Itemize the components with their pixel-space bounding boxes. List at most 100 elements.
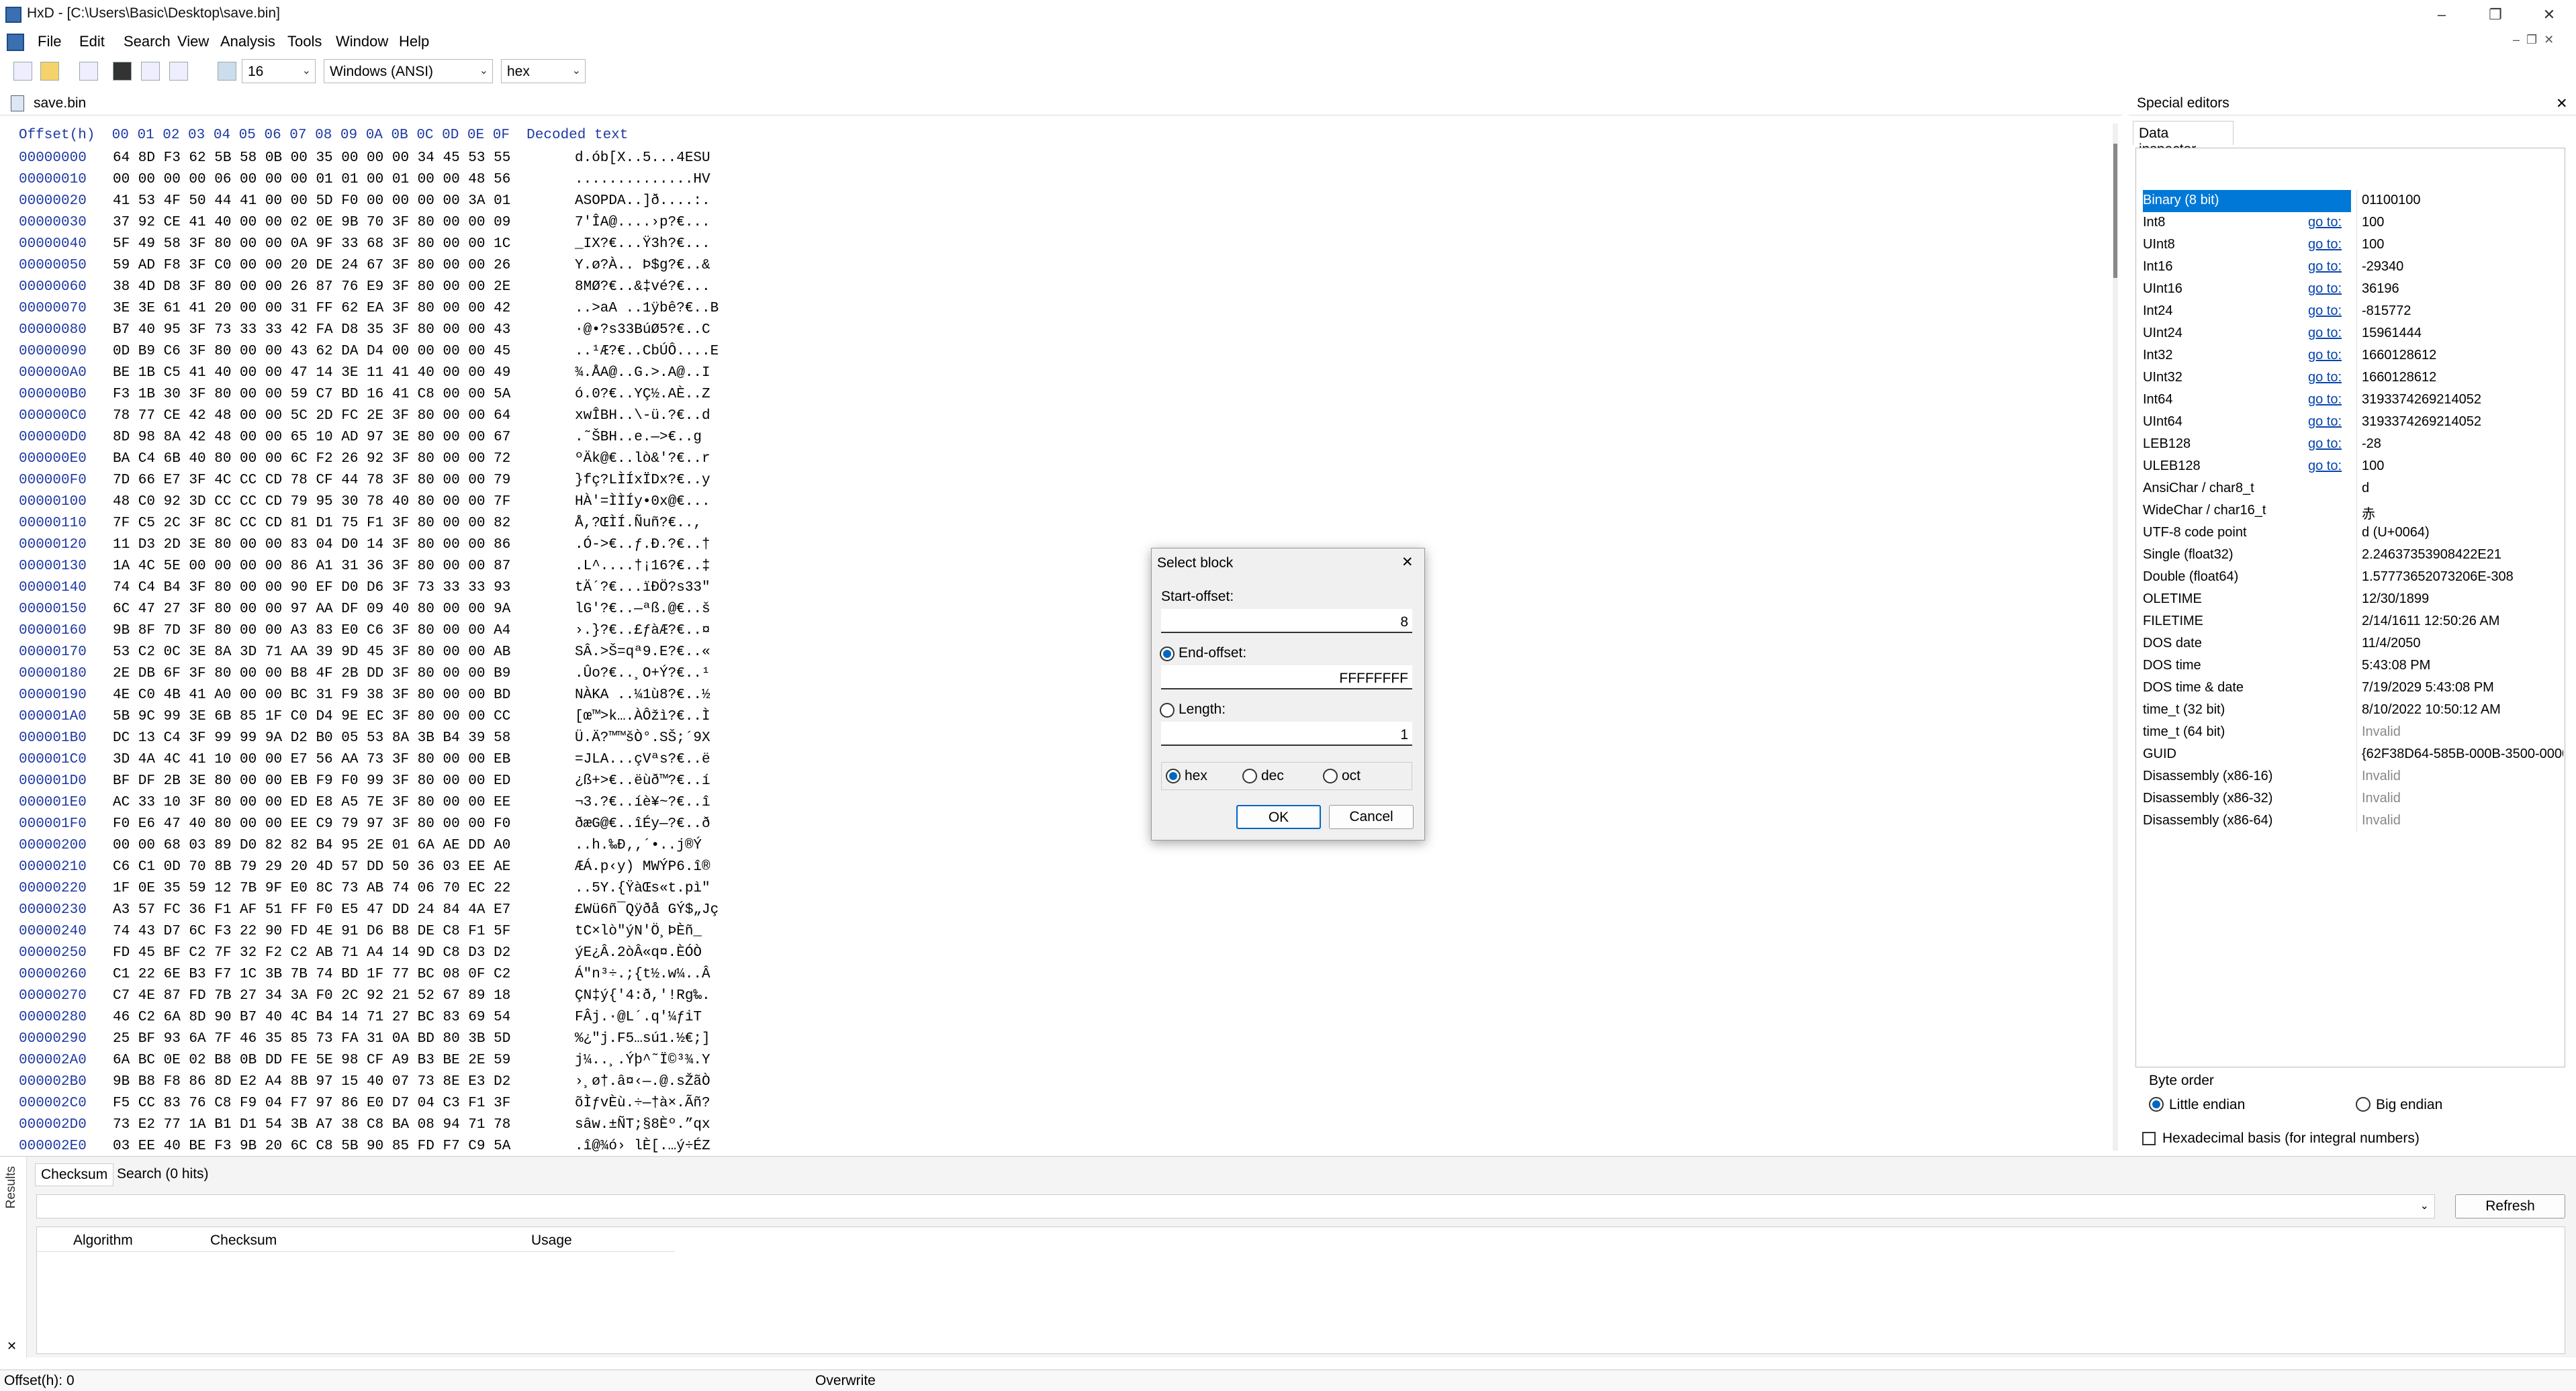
hex-row[interactable]: 3D 4A 4C 41 10 00 00 E7 56 AA 73 3F 80 0… (113, 749, 510, 771)
start-offset-input[interactable]: 8 (1161, 609, 1412, 633)
oct-radio[interactable] (1323, 769, 1338, 783)
inspector-value[interactable]: Invalid (2362, 791, 2563, 806)
decoded-row[interactable]: ýE¿Â.2òÂ«q¤.ÈÓÒ (575, 943, 719, 964)
decoded-row[interactable]: ..>aA ..1ÿbê?€..B (575, 298, 719, 320)
hex-row[interactable]: 7F C5 2C 3F 8C CC CD 81 D1 75 F1 3F 80 0… (113, 513, 510, 534)
inspector-value[interactable]: -815772 (2362, 303, 2563, 319)
inspector-row[interactable]: GUID {62F38D64-585B-000B-3500-0000 (2143, 744, 2563, 766)
inspector-row[interactable]: UTF-8 code point d (U+0064) (2143, 522, 2563, 544)
decoded-row[interactable]: ..5Y.{ŸàŒs«t.pì" (575, 878, 719, 900)
inspector-row[interactable]: Single (float32) 2.24637353908422E21 (2143, 544, 2563, 567)
print-icon[interactable] (169, 62, 188, 81)
decoded-row[interactable]: ÇN‡ý{'4:ð,'!Rg‰. (575, 986, 719, 1007)
little-endian-radio[interactable] (2149, 1097, 2164, 1112)
decoded-row[interactable]: ¿ß+>€..ëùð™?€..í (575, 771, 719, 792)
inspector-value[interactable]: d (U+0064) (2362, 525, 2563, 540)
hex-row[interactable]: 11 D3 2D 3E 80 00 00 83 04 D0 14 3F 80 0… (113, 534, 510, 556)
inspector-row[interactable]: Int24 go to: -815772 (2143, 301, 2563, 323)
col-usage[interactable]: Usage (531, 1233, 572, 1249)
inspector-value[interactable]: Invalid (2362, 813, 2563, 828)
hex-row[interactable]: 74 C4 B4 3F 80 00 00 90 EF D0 D6 3F 73 3… (113, 577, 510, 599)
dec-radio[interactable] (1242, 769, 1257, 783)
inspector-value[interactable]: 100 (2362, 215, 2563, 230)
inspector-row[interactable]: Binary (8 bit) 01100100 (2143, 190, 2563, 212)
decoded-row[interactable]: tÄ´?€...ïÐÖ?s33" (575, 577, 719, 599)
inspector-row[interactable]: Int32 go to: 1660128612 (2143, 345, 2563, 367)
decoded-row[interactable]: £Wü6ñ¯Qÿðå GÝ$„Jç (575, 900, 719, 921)
decoded-row[interactable]: %¿"j.F5…sú1.½€;] (575, 1028, 719, 1050)
hex-basis-checkbox[interactable] (2142, 1132, 2156, 1145)
decoded-row[interactable]: .î@¾ó› lÈ[.…ý÷ÉZ (575, 1136, 719, 1157)
inspector-row[interactable]: Double (float64) 1.57773652073206E-308 (2143, 567, 2563, 589)
decoded-row[interactable]: _IX?€...Ÿ3h?€... (575, 234, 719, 255)
menu-help[interactable]: Help (399, 33, 429, 50)
decoded-row[interactable]: õÌƒvÈù.÷—†à×.Ãñ? (575, 1093, 719, 1114)
decoded-row[interactable]: =JLA...çVªs?€..ë (575, 749, 719, 771)
decoded-row[interactable]: HÀ'=ÌÌÍy•0x@€... (575, 491, 719, 513)
menu-tools[interactable]: Tools (287, 33, 322, 50)
bytes-per-row-select[interactable]: 16 ⌄ (242, 59, 316, 83)
inspector-row[interactable]: Int64 go to: 3193374269214052 (2143, 389, 2563, 412)
hex-row[interactable]: 5F 49 58 3F 80 00 00 0A 9F 33 68 3F 80 0… (113, 234, 510, 255)
inspector-row[interactable]: Disassembly (x86-64) Invalid (2143, 810, 2563, 832)
inspector-value[interactable]: Invalid (2362, 724, 2563, 740)
inspector-row[interactable]: time_t (64 bit) Invalid (2143, 722, 2563, 744)
inspector-row[interactable]: UInt64 go to: 3193374269214052 (2143, 412, 2563, 434)
tab-checksum[interactable]: Checksum (35, 1163, 114, 1186)
hex-row[interactable]: 53 C2 0C 3E 8A 3D 71 AA 39 9D 45 3F 80 0… (113, 642, 510, 663)
goto-link[interactable]: go to: (2308, 281, 2342, 297)
hex-row[interactable]: 25 BF 93 6A 7F 46 35 85 73 FA 31 0A BD 8… (113, 1028, 510, 1050)
end-offset-radio[interactable] (1160, 646, 1175, 661)
hex-row[interactable]: C6 C1 0D 70 8B 79 29 20 4D 57 DD 50 36 0… (113, 857, 510, 878)
decoded-row[interactable]: ›.}?€..£ƒàÆ?€..¤ (575, 620, 719, 642)
refresh-button[interactable]: Refresh (2455, 1194, 2565, 1218)
hex-byte-column[interactable]: 64 8D F3 62 5B 58 0B 00 35 00 00 00 34 4… (113, 148, 510, 1286)
inspector-value[interactable]: Invalid (2362, 769, 2563, 784)
decoded-row[interactable]: .L^....†¡16?€..‡ (575, 556, 719, 577)
hex-row[interactable]: 03 EE 40 BE F3 9B 20 6C C8 5B 90 85 FD F… (113, 1136, 510, 1157)
inspector-row[interactable]: Disassembly (x86-16) Invalid (2143, 766, 2563, 788)
inspector-row[interactable]: WideChar / char16_t 赤 (2143, 500, 2563, 522)
end-offset-input[interactable]: FFFFFFFF (1161, 665, 1412, 689)
vertical-scrollbar[interactable] (2113, 124, 2118, 1151)
goto-link[interactable]: go to: (2308, 237, 2342, 252)
inspector-value[interactable]: 3193374269214052 (2362, 414, 2563, 430)
menu-window[interactable]: Window (336, 33, 388, 50)
hex-row[interactable]: 78 77 CE 42 48 00 00 5C 2D FC 2E 3F 80 0… (113, 405, 510, 427)
hex-row[interactable]: DC 13 C4 3F 99 99 9A D2 B0 05 53 8A 3B B… (113, 728, 510, 749)
decoded-row[interactable]: Å,?ŒÌÍ.Ñuñ?€.., (575, 513, 719, 534)
hex-row[interactable]: A3 57 FC 36 F1 AF 51 FF F0 E5 47 DD 24 8… (113, 900, 510, 921)
hex-row[interactable]: 8D 98 8A 42 48 00 00 65 10 AD 97 3E 80 0… (113, 427, 510, 448)
decoded-row[interactable]: lG'?€..—ªß.@€..š (575, 599, 719, 620)
status-mode[interactable]: Overwrite (815, 1373, 876, 1389)
hex-row[interactable]: C7 4E 87 FD 7B 27 34 3A F0 2C 92 21 52 6… (113, 986, 510, 1007)
decoded-row[interactable]: .˜ŠBH..e.­—>€..g (575, 427, 719, 448)
hex-row[interactable]: 6C 47 27 3F 80 00 00 97 AA DF 09 40 80 0… (113, 599, 510, 620)
hex-row[interactable]: 2E DB 6F 3F 80 00 00 B8 4F 2B DD 3F 80 0… (113, 663, 510, 685)
open-file-icon[interactable] (40, 62, 59, 81)
goto-link[interactable]: go to: (2308, 303, 2342, 319)
hex-row[interactable]: 9B 8F 7D 3F 80 00 00 A3 83 E0 C6 3F 80 0… (113, 620, 510, 642)
checksum-table[interactable]: Algorithm Checksum Usage (36, 1227, 2565, 1354)
inspector-value[interactable]: 7/19/2029 5:43:08 PM (2362, 680, 2563, 696)
hex-row[interactable]: 64 8D F3 62 5B 58 0B 00 35 00 00 00 34 4… (113, 148, 510, 169)
tab-save-bin[interactable]: save.bin (34, 95, 86, 111)
col-algorithm[interactable]: Algorithm (73, 1233, 133, 1249)
length-radio[interactable] (1160, 703, 1175, 718)
decoded-row[interactable]: 7'ÎA@....›p?€... (575, 212, 719, 234)
decoded-row[interactable]: 8MØ?€..&‡vé?€... (575, 277, 719, 298)
hex-row[interactable]: 74 43 D7 6C F3 22 90 FD 4E 91 D6 B8 DE C… (113, 921, 510, 943)
decoded-row[interactable]: FÂj.·@L´.q'¼ƒiT (575, 1007, 719, 1028)
goto-link[interactable]: go to: (2308, 215, 2342, 230)
close-results-button[interactable]: ✕ (7, 1339, 17, 1353)
dialog-close-button[interactable]: ✕ (1401, 554, 1414, 571)
hex-row[interactable]: 0D B9 C6 3F 80 00 00 43 62 DA D4 00 00 0… (113, 341, 510, 363)
menu-edit[interactable]: Edit (79, 33, 105, 50)
inspector-row[interactable]: DOS date 11/4/2050 (2143, 633, 2563, 655)
inspector-value[interactable]: d (2362, 481, 2563, 496)
decoded-row[interactable]: ó.0?€..YÇ½.AÈ..Z (575, 384, 719, 405)
decoded-row[interactable]: xwÎBH..\-ü.?€..d (575, 405, 719, 427)
inspector-value[interactable]: -29340 (2362, 259, 2563, 275)
hex-row[interactable]: F5 CC 83 76 C8 F9 04 F7 97 86 E0 D7 04 C… (113, 1093, 510, 1114)
inspector-row[interactable]: UInt24 go to: 15961444 (2143, 323, 2563, 345)
